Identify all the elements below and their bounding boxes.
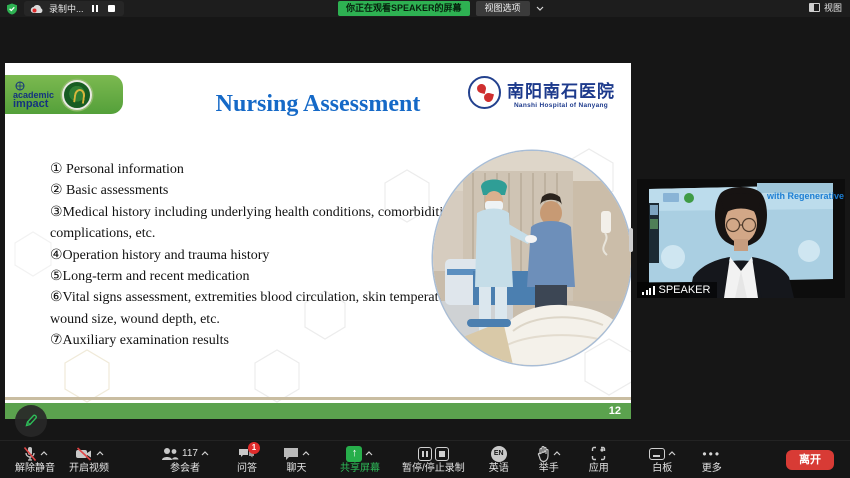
qa-badge: 1 xyxy=(248,442,260,454)
whiteboard-button[interactable]: 白板 xyxy=(642,441,683,478)
chevron-down-icon[interactable] xyxy=(536,6,544,11)
chat-label: 聊天 xyxy=(286,464,306,474)
slide-body-line: complications, etc. xyxy=(50,223,450,244)
share-screen-button[interactable]: ↑ 共享屏幕 xyxy=(333,441,387,478)
slide-footer-bar: 12 xyxy=(5,403,631,419)
un-emblem-icon xyxy=(15,81,25,91)
watching-speaker-banner: 你正在观看SPEAKER的屏幕 xyxy=(338,1,470,16)
slide-body-line: ⑦Auxiliary examination results xyxy=(50,330,450,351)
shared-slide: academic impact Nursing Assessment 南阳南石医… xyxy=(5,63,631,419)
slide-body-line: ⑥Vital signs assessment, extremities blo… xyxy=(50,287,450,308)
pause-recording-icon[interactable] xyxy=(418,447,432,461)
hospital-name-en: Nanshi Hospital of Nanyang xyxy=(514,102,608,109)
apps-button[interactable]: 应用 xyxy=(582,441,616,478)
view-label: 视图 xyxy=(824,1,842,14)
security-shield-icon[interactable] xyxy=(6,3,18,15)
raise-hand-icon xyxy=(537,446,550,462)
hospital-name-cn: 南阳南石医院 xyxy=(507,77,615,102)
slide-body-line: ④Operation history and trauma history xyxy=(50,245,450,266)
annotate-button[interactable] xyxy=(15,405,47,437)
qa-label: 问答 xyxy=(237,464,257,474)
signal-bars-icon xyxy=(642,286,655,295)
raise-hand-button[interactable]: 举手 xyxy=(530,441,568,478)
chevron-up-icon[interactable] xyxy=(553,451,561,456)
speaker-name: SPEAKER xyxy=(659,284,711,296)
speaker-video-tile[interactable]: with Regenerative xyxy=(637,179,845,298)
chevron-up-icon[interactable] xyxy=(96,451,104,456)
slide-accent-line xyxy=(5,397,631,400)
slide-body-line: ① Personal information xyxy=(50,159,450,180)
participants-button[interactable]: 117 参会者 xyxy=(154,441,216,478)
pause-stop-recording-button[interactable]: 暂停/停止录制 xyxy=(395,441,472,478)
panel-resize-handle[interactable] xyxy=(629,228,633,252)
qa-button[interactable]: 1 问答 xyxy=(230,441,264,478)
chevron-up-icon[interactable] xyxy=(40,451,48,456)
more-dots-icon: ••• xyxy=(702,449,721,459)
record-label: 暂停/停止录制 xyxy=(402,464,465,474)
apps-label: 应用 xyxy=(589,464,609,474)
chat-button[interactable]: 聊天 xyxy=(276,441,317,478)
whiteboard-label: 白板 xyxy=(652,464,672,474)
recording-controls: 录制中... xyxy=(6,0,124,17)
slide-body-line: ⑤Long-term and recent medication xyxy=(50,266,450,287)
hospital-ward-illustration xyxy=(433,151,631,365)
chevron-up-icon[interactable] xyxy=(302,451,310,456)
start-video-label: 开启视频 xyxy=(69,464,109,474)
stop-recording-button[interactable] xyxy=(106,3,118,15)
chat-bubble-icon xyxy=(283,447,299,461)
chevron-up-icon[interactable] xyxy=(201,451,209,456)
participants-label: 参会者 xyxy=(170,464,200,474)
language-interpretation-button[interactable]: EN 英语 xyxy=(482,441,516,478)
language-label: 英语 xyxy=(489,464,509,474)
pencil-icon xyxy=(23,413,39,429)
hospital-emblem-icon xyxy=(468,76,501,109)
slide-body-line: ② Basic assessments xyxy=(50,180,450,201)
chevron-up-icon[interactable] xyxy=(668,451,676,456)
apps-icon xyxy=(591,446,606,461)
shared-screen-area: academic impact Nursing Assessment 南阳南石医… xyxy=(0,17,850,440)
unmute-label: 解除静音 xyxy=(15,464,55,474)
recording-indicator: 录制中... xyxy=(24,1,124,16)
share-screen-label: 共享屏幕 xyxy=(340,464,380,474)
language-en-icon: EN xyxy=(491,446,507,462)
start-video-button[interactable]: 开启视频 xyxy=(62,441,116,478)
participants-icon xyxy=(161,447,179,461)
view-layout-icon xyxy=(809,3,820,12)
slide-body-list: ① Personal information ② Basic assessmen… xyxy=(50,159,450,352)
more-label: 更多 xyxy=(702,464,722,474)
view-options-button[interactable]: 视图选项 xyxy=(476,1,530,16)
nurse-patient-photo xyxy=(433,151,631,365)
slide-body-line: wound size, wound depth, etc. xyxy=(50,309,450,330)
chevron-up-icon[interactable] xyxy=(365,451,373,456)
meeting-window: 录制中... 你正在观看SPEAKER的屏幕 视图选项 视图 xyxy=(0,0,850,478)
top-bar: 录制中... 你正在观看SPEAKER的屏幕 视图选项 视图 xyxy=(0,0,850,17)
slide-body-line: ③Medical history including underlying he… xyxy=(50,202,450,223)
screen-caption-text: with Regenerative xyxy=(766,191,844,201)
speaker-name-badge: SPEAKER xyxy=(637,282,717,298)
meeting-toolbar: 解除静音 开启视频 117 xyxy=(0,440,850,478)
microphone-muted-icon xyxy=(23,446,37,462)
speaker-webcam-view: with Regenerative xyxy=(637,179,845,298)
pause-recording-button[interactable] xyxy=(89,3,101,15)
raise-hand-label: 举手 xyxy=(539,464,559,474)
page-number: 12 xyxy=(609,405,621,417)
recording-label: 录制中... xyxy=(49,2,84,15)
screen-watch-banner-group: 你正在观看SPEAKER的屏幕 视图选项 xyxy=(338,1,544,16)
participant-count: 117 xyxy=(182,448,198,459)
cloud-recording-icon xyxy=(30,4,44,14)
camera-off-icon xyxy=(75,447,93,461)
leave-meeting-button[interactable]: 离开 xyxy=(786,450,834,470)
whiteboard-icon xyxy=(649,448,665,460)
view-button[interactable]: 视图 xyxy=(809,1,842,14)
stop-recording-icon[interactable] xyxy=(435,447,449,461)
hospital-logo: 南阳南石医院 Nanshi Hospital of Nanyang xyxy=(468,76,615,109)
unmute-button[interactable]: 解除静音 xyxy=(8,441,62,478)
more-button[interactable]: ••• 更多 xyxy=(695,441,729,478)
share-screen-icon: ↑ xyxy=(346,446,362,462)
